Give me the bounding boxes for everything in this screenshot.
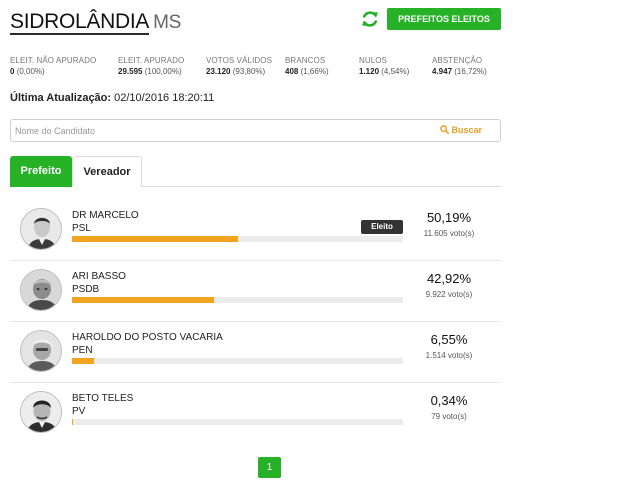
stat-value: 0: [10, 67, 15, 76]
stat-label: ELEIT. NÃO APURADO: [10, 56, 97, 65]
stat-value: 408: [285, 67, 299, 76]
vote-bar: [72, 358, 403, 364]
vote-count: 79 voto(s): [431, 412, 467, 421]
candidate-name: DR MARCELO: [72, 210, 139, 221]
search-icon: [440, 125, 450, 134]
candidate-name: BETO TELES: [72, 393, 134, 404]
candidate-list: DR MARCELO PSL Eleito 50,19% 11.605 voto…: [10, 200, 501, 444]
vote-bar-fill: [72, 419, 74, 425]
stat-label: NULOS: [359, 56, 388, 65]
search-button[interactable]: Buscar: [440, 125, 482, 135]
state-abbrev: MS: [153, 12, 181, 33]
candidate-photo: [20, 208, 62, 250]
search-box: Buscar: [10, 119, 501, 142]
stat-percent: (1,66%): [300, 67, 329, 76]
stat-percent: (4,54%): [381, 67, 410, 76]
candidate-name: ARI BASSO: [72, 271, 126, 282]
tab-prefeito[interactable]: Prefeito: [10, 156, 72, 187]
stat-apurado: ELEIT. APURADO 29.595 (100,00%): [118, 56, 184, 78]
candidate-photo: [20, 330, 62, 372]
last-update-label: Última Atualização:: [10, 92, 112, 104]
candidate-row: BETO TELES PV 0,34% 79 voto(s): [10, 383, 501, 444]
vote-bar: [72, 419, 403, 425]
vote-percent: 50,19%: [426, 210, 472, 225]
search-button-label: Buscar: [451, 125, 482, 135]
vote-percent: 42,92%: [426, 271, 472, 286]
vote-count: 1.514 voto(s): [425, 351, 473, 360]
tab-bar: Prefeito Vereador: [10, 156, 501, 187]
candidate-name: HAROLDO DO POSTO VACARIA: [72, 332, 223, 343]
search-input[interactable]: [15, 122, 415, 139]
last-update: Última Atualização: 02/10/2016 18:20:11: [10, 92, 214, 104]
city-name: SIDROLÂNDIA: [10, 10, 150, 35]
stat-percent: (16,72%): [454, 67, 487, 76]
last-update-value: 02/10/2016 18:20:11: [114, 92, 215, 104]
vote-bar-fill: [72, 236, 239, 242]
stat-nulos: NULOS 1.120 (4,54%): [359, 56, 409, 78]
candidate-party: PEN: [72, 345, 93, 356]
stat-label: ELEIT. APURADO: [118, 56, 185, 65]
stat-value: 29.595: [118, 67, 143, 76]
pagination-page-1[interactable]: 1: [258, 457, 281, 478]
stat-label: BRANCOS: [285, 56, 326, 65]
vote-bar-fill: [72, 358, 94, 364]
vote-count: 11.605 voto(s): [423, 229, 475, 238]
vote-bar-fill: [72, 297, 215, 303]
candidate-party: PSL: [72, 223, 91, 234]
stat-label: ABSTENÇÃO: [432, 56, 483, 65]
stats-row: ELEIT. NÃO APURADO 0 (0,00%) ELEIT. APUR…: [10, 56, 501, 80]
candidate-party: PV: [72, 406, 86, 417]
candidate-photo: [20, 269, 62, 311]
stat-value: 23.120: [206, 67, 231, 76]
candidate-row: DR MARCELO PSL Eleito 50,19% 11.605 voto…: [10, 200, 501, 261]
vote-percent: 0,34%: [430, 393, 468, 408]
vote-bar: [72, 297, 403, 303]
candidate-row: ARI BASSO PSDB 42,92% 9.922 voto(s): [10, 261, 501, 322]
stat-value: 1.120: [359, 67, 380, 76]
stat-brancos: BRANCOS 408 (1,66%): [285, 56, 329, 78]
stat-percent: (100,00%): [144, 67, 182, 76]
prefeitos-eleitos-button[interactable]: PREFEITOS ELEITOS: [387, 8, 501, 30]
vote-bar: [72, 236, 403, 242]
candidate-row: HAROLDO DO POSTO VACARIA PEN 6,55% 1.514…: [10, 322, 501, 383]
refresh-icon[interactable]: [360, 9, 380, 29]
stat-label: VOTOS VÁLIDOS: [206, 56, 273, 65]
stat-abstencao: ABSTENÇÃO 4.947 (16,72%): [432, 56, 487, 78]
vote-percent: 6,55%: [430, 332, 468, 347]
stat-nao-apurado: ELEIT. NÃO APURADO 0 (0,00%): [10, 56, 96, 78]
header: SIDROLÂNDIA MS PREFEITOS ELEITOS: [10, 8, 501, 38]
stat-votos-validos: VOTOS VÁLIDOS 23.120 (93,80%): [206, 56, 272, 78]
vote-count: 9.922 voto(s): [425, 290, 473, 299]
elected-badge: Eleito: [361, 220, 403, 234]
candidate-photo: [20, 391, 62, 433]
stat-percent: (0,00%): [16, 67, 45, 76]
page-title: SIDROLÂNDIA MS: [10, 10, 181, 35]
tab-vereador[interactable]: Vereador: [72, 156, 142, 187]
stat-percent: (93,80%): [232, 67, 266, 76]
candidate-party: PSDB: [72, 284, 100, 295]
stat-value: 4.947: [432, 67, 453, 76]
